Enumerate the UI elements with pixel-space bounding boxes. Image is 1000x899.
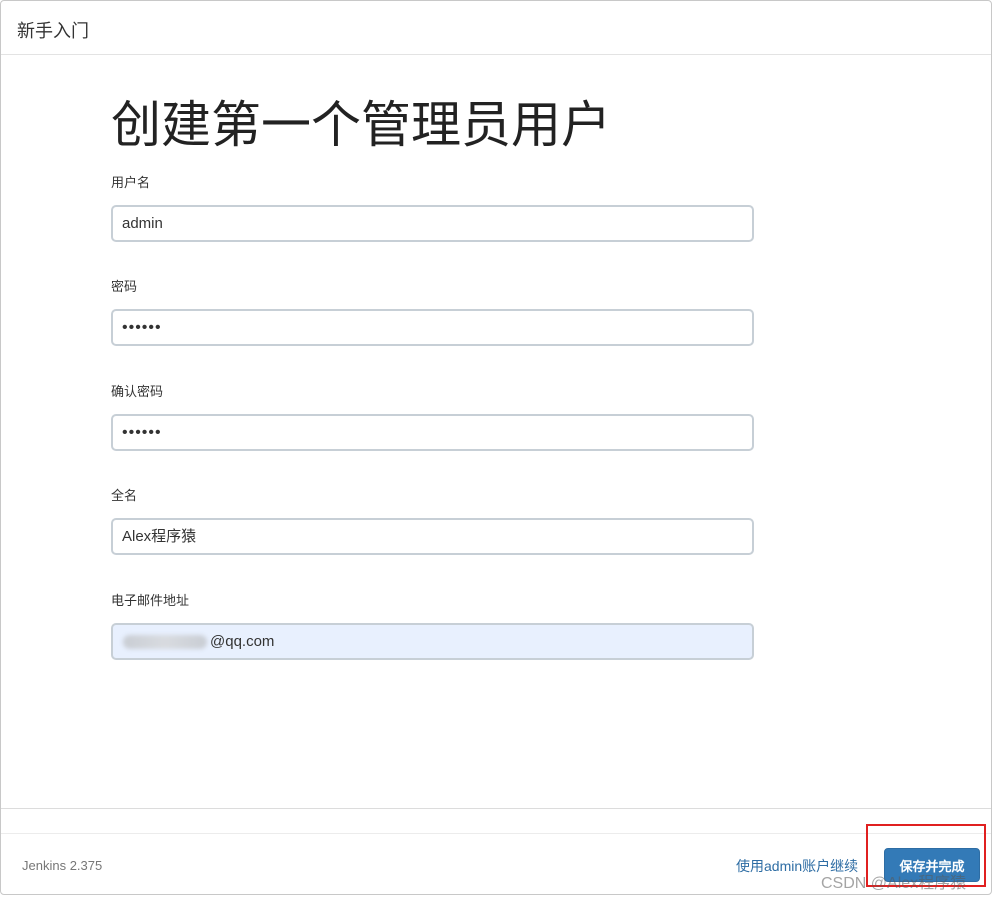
csdn-watermark: CSDN @Alex程序猿 (821, 875, 967, 892)
email-label: 电子邮件地址 (111, 593, 190, 608)
dialog-header: 新手入门 (1, 1, 991, 55)
password-input[interactable]: •••••• (111, 309, 754, 346)
password-label: 密码 (111, 279, 138, 294)
footer-divider-inner (1, 833, 991, 834)
redacted-blur (123, 635, 207, 650)
username-input[interactable]: admin (111, 205, 754, 242)
fullname-value: Alex程序猿 (122, 528, 197, 545)
confirm-password-label: 确认密码 (111, 384, 164, 399)
fullname-input[interactable]: Alex程序猿 (111, 518, 754, 555)
setup-wizard-dialog: 新手入门 创建第一个管理员用户 用户名 admin 密码 •••••• 确认密码… (0, 0, 992, 895)
username-label: 用户名 (111, 175, 151, 190)
footer-divider (1, 808, 991, 809)
version-label: Jenkins 2.375 (22, 858, 103, 873)
username-value: admin (122, 215, 163, 232)
confirm-password-input[interactable]: •••••• (111, 414, 754, 451)
confirm-password-value: •••••• (122, 424, 162, 441)
page-title: 创建第一个管理员用户 (111, 97, 611, 153)
email-input[interactable]: @qq.com (111, 623, 754, 660)
email-value: @qq.com (210, 633, 275, 650)
header-title: 新手入门 (17, 21, 89, 41)
fullname-label: 全名 (111, 488, 138, 503)
password-value: •••••• (122, 319, 162, 336)
